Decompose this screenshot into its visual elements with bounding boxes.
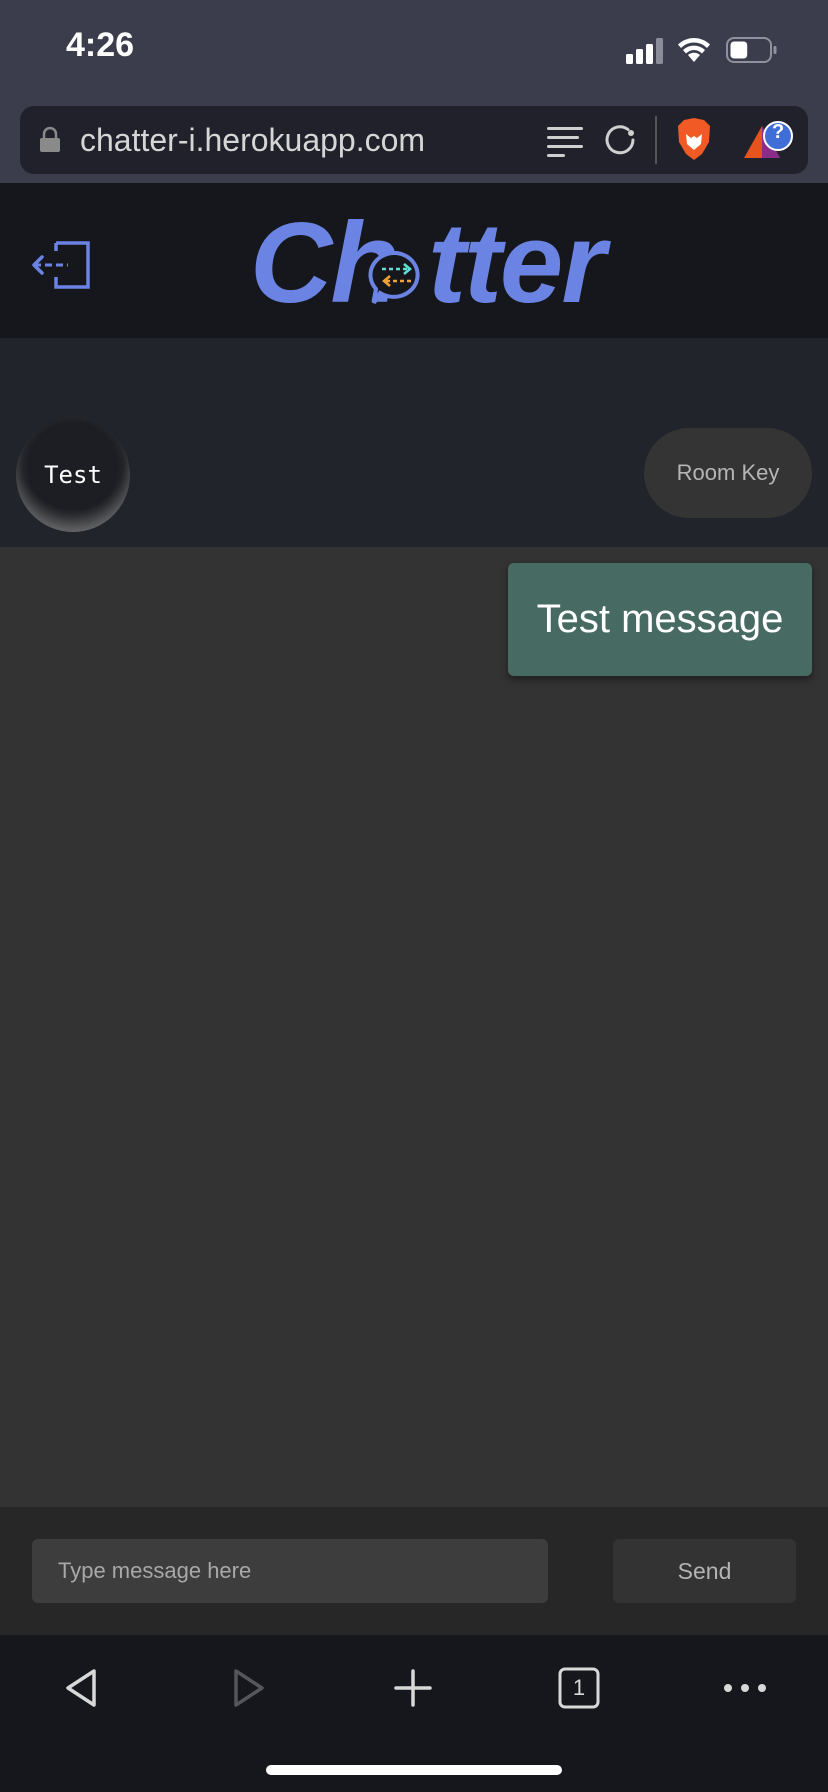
message-composer: Send <box>0 1507 828 1635</box>
battery-icon <box>726 37 777 63</box>
more-icon[interactable] <box>720 1663 770 1713</box>
room-avatar[interactable]: Test <box>16 418 130 532</box>
room-bar: Test Room Key <box>0 338 828 547</box>
back-icon[interactable] <box>58 1663 108 1713</box>
tab-count: 1 <box>572 1675 586 1700</box>
address-bar[interactable]: chatter-i.herokuapp.com ? <box>20 106 808 174</box>
logout-icon[interactable] <box>30 233 94 289</box>
home-indicator[interactable] <box>266 1765 562 1775</box>
room-name: Test <box>44 461 102 489</box>
browser-bottom-toolbar: 1 <box>0 1635 828 1792</box>
status-time: 4:26 <box>66 26 135 64</box>
chat-bubble-icon <box>368 250 420 305</box>
tabs-icon[interactable]: 1 <box>554 1663 604 1713</box>
cellular-signal-icon <box>626 38 663 64</box>
brave-rewards-icon[interactable]: ? <box>740 118 796 162</box>
reload-icon[interactable] <box>600 120 640 160</box>
send-button[interactable]: Send <box>613 1539 796 1603</box>
message-bubble-self: Test message <box>508 563 812 676</box>
app-header: Ch tter <box>0 183 828 338</box>
battery-level-fill <box>730 41 748 59</box>
app-logo: Ch tter <box>250 207 606 323</box>
new-tab-icon[interactable] <box>388 1663 438 1713</box>
reader-mode-icon[interactable] <box>545 124 585 158</box>
toolbar-divider <box>655 116 657 164</box>
message-list: Test message <box>0 547 828 1507</box>
forward-icon[interactable] <box>222 1663 272 1713</box>
lock-icon <box>40 126 60 152</box>
brave-shields-icon[interactable] <box>674 116 714 162</box>
url-text[interactable]: chatter-i.herokuapp.com <box>80 122 425 159</box>
logo-text-suffix: tter <box>428 200 606 327</box>
browser-top-bar: 4:26 chatter-i.herokuapp.com ? <box>0 0 828 183</box>
room-key-button[interactable]: Room Key <box>644 428 812 518</box>
wifi-icon <box>678 38 710 62</box>
message-input[interactable] <box>32 1539 548 1603</box>
rewards-badge: ? <box>772 121 785 143</box>
